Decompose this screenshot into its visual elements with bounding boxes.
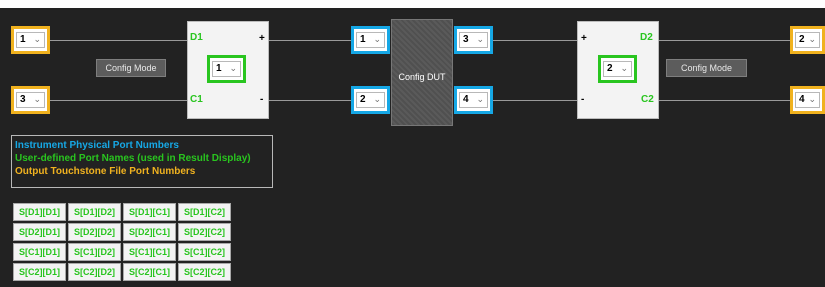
chevron-down-icon: ⌄: [808, 94, 816, 104]
sparam-row: S[D1][D1] S[D1][D2] S[D1][C1] S[D1][C2]: [13, 203, 231, 221]
chevron-down-icon: ⌄: [33, 34, 41, 44]
touchstone-port-select-right-top[interactable]: 2 ⌄: [790, 26, 825, 54]
selected-value: 1: [216, 63, 222, 74]
chevron-down-icon: ⌄: [373, 34, 381, 44]
select-field: 4 ⌄: [795, 92, 820, 108]
wire-right-top: [659, 40, 790, 41]
sparam-row: S[D2][D1] S[D2][D2] S[D2][C1] S[D2][C2]: [13, 223, 231, 241]
chevron-down-icon: ⌄: [808, 34, 816, 44]
wire-dut-d2: [493, 40, 577, 41]
sparam-cell[interactable]: S[D1][D2]: [68, 203, 121, 221]
wire-left-top: [49, 40, 187, 41]
minus-sign: -: [581, 94, 585, 105]
sparam-cell[interactable]: S[C2][D2]: [68, 263, 121, 281]
chevron-down-icon: ⌄: [373, 94, 381, 104]
sparam-cell[interactable]: S[C2][C2]: [178, 263, 231, 281]
s-parameter-grid-body: S[D1][D1] S[D1][D2] S[D1][C1] S[D1][C2] S[D2…: [13, 203, 231, 281]
sparam-row: S[C1][D1] S[C1][D2] S[C1][C1] S[C1][C2]: [13, 243, 231, 261]
color-legend: Instrument Physical Port Numbers User-de…: [11, 135, 273, 188]
plus-sign: +: [259, 33, 265, 44]
sparam-cell[interactable]: S[C1][D2]: [68, 243, 121, 261]
touchstone-port-select-left-top[interactable]: 1 ⌄: [11, 26, 50, 54]
chevron-down-icon: ⌄: [476, 94, 484, 104]
select-field: 2 ⌄: [356, 92, 385, 108]
instrument-port-select-out-bottom[interactable]: 4 ⌄: [454, 86, 493, 114]
chevron-down-icon: ⌄: [229, 63, 237, 73]
selected-value: 1: [20, 34, 26, 45]
sparam-cell[interactable]: S[D2][C2]: [178, 223, 231, 241]
sparam-cell[interactable]: S[D2][D2]: [68, 223, 121, 241]
select-field: 1 ⌄: [356, 32, 385, 48]
legend-user-defined-ports: User-defined Port Names (used in Result …: [15, 153, 251, 164]
selected-value: 3: [20, 94, 26, 105]
port-label-c2: C2: [641, 94, 654, 105]
config-mode-left-button[interactable]: Config Mode: [96, 59, 166, 77]
selected-value: 1: [360, 34, 366, 45]
wire-right-bottom: [659, 100, 790, 101]
select-field: 3 ⌄: [16, 92, 45, 108]
wire-c1-dut: [269, 100, 351, 101]
port-name-select-d1[interactable]: 1 ⌄: [207, 55, 246, 83]
instrument-port-select-out-top[interactable]: 3 ⌄: [454, 26, 493, 54]
select-field: 1 ⌄: [16, 32, 45, 48]
sparam-cell[interactable]: S[C2][C1]: [123, 263, 176, 281]
port-configuration-panel: 1 ⌄ 3 ⌄ Config Mode D1 C1 + - 1 ⌄ 1 ⌄ 2 …: [0, 8, 825, 287]
select-field: 2 ⌄: [603, 61, 632, 77]
selected-value: 2: [360, 94, 366, 105]
config-mode-right-button[interactable]: Config Mode: [666, 59, 747, 77]
port-label-c1: C1: [190, 94, 203, 105]
sparam-cell[interactable]: S[C1][D1]: [13, 243, 66, 261]
select-field: 4 ⌄: [459, 92, 488, 108]
sparam-cell[interactable]: S[C2][D1]: [13, 263, 66, 281]
select-field: 1 ⌄: [212, 61, 241, 77]
selected-value: 4: [463, 94, 469, 105]
config-dut-label: Config DUT: [398, 72, 446, 82]
sparam-cell[interactable]: S[C1][C1]: [123, 243, 176, 261]
sparam-row: S[C2][D1] S[C2][D2] S[C2][C1] S[C2][C2]: [13, 263, 231, 281]
minus-sign: -: [260, 94, 264, 105]
selected-value: 2: [607, 63, 613, 74]
plus-sign: +: [581, 33, 587, 44]
s-parameter-grid: S[D1][D1] S[D1][D2] S[D1][C1] S[D1][C2] S[D2…: [11, 201, 233, 283]
wire-dut-c2: [493, 100, 577, 101]
selected-value: 2: [799, 34, 805, 45]
select-field: 2 ⌄: [795, 32, 820, 48]
sparam-cell[interactable]: S[D1][D1]: [13, 203, 66, 221]
sparam-cell[interactable]: S[D2][C1]: [123, 223, 176, 241]
chevron-down-icon: ⌄: [476, 34, 484, 44]
legend-touchstone-ports: Output Touchstone File Port Numbers: [15, 166, 196, 177]
sparam-cell[interactable]: S[D1][C1]: [123, 203, 176, 221]
sparam-cell[interactable]: S[C1][C2]: [178, 243, 231, 261]
wire-left-bottom: [49, 100, 187, 101]
legend-physical-ports: Instrument Physical Port Numbers: [15, 140, 179, 151]
port-label-d2: D2: [640, 32, 653, 43]
select-field: 3 ⌄: [459, 32, 488, 48]
selected-value: 3: [463, 34, 469, 45]
touchstone-port-select-right-bottom[interactable]: 4 ⌄: [790, 86, 825, 114]
selected-value: 4: [799, 94, 805, 105]
instrument-port-select-in-bottom[interactable]: 2 ⌄: [351, 86, 390, 114]
config-dut-button[interactable]: Config DUT: [391, 19, 453, 126]
touchstone-port-select-left-bottom[interactable]: 3 ⌄: [11, 86, 50, 114]
port-name-select-d2[interactable]: 2 ⌄: [598, 55, 637, 83]
instrument-port-select-in-top[interactable]: 1 ⌄: [351, 26, 390, 54]
port-label-d1: D1: [190, 32, 203, 43]
sparam-cell[interactable]: S[D1][C2]: [178, 203, 231, 221]
chevron-down-icon: ⌄: [620, 63, 628, 73]
sparam-cell[interactable]: S[D2][D1]: [13, 223, 66, 241]
wire-d1-dut: [269, 40, 351, 41]
chevron-down-icon: ⌄: [33, 94, 41, 104]
